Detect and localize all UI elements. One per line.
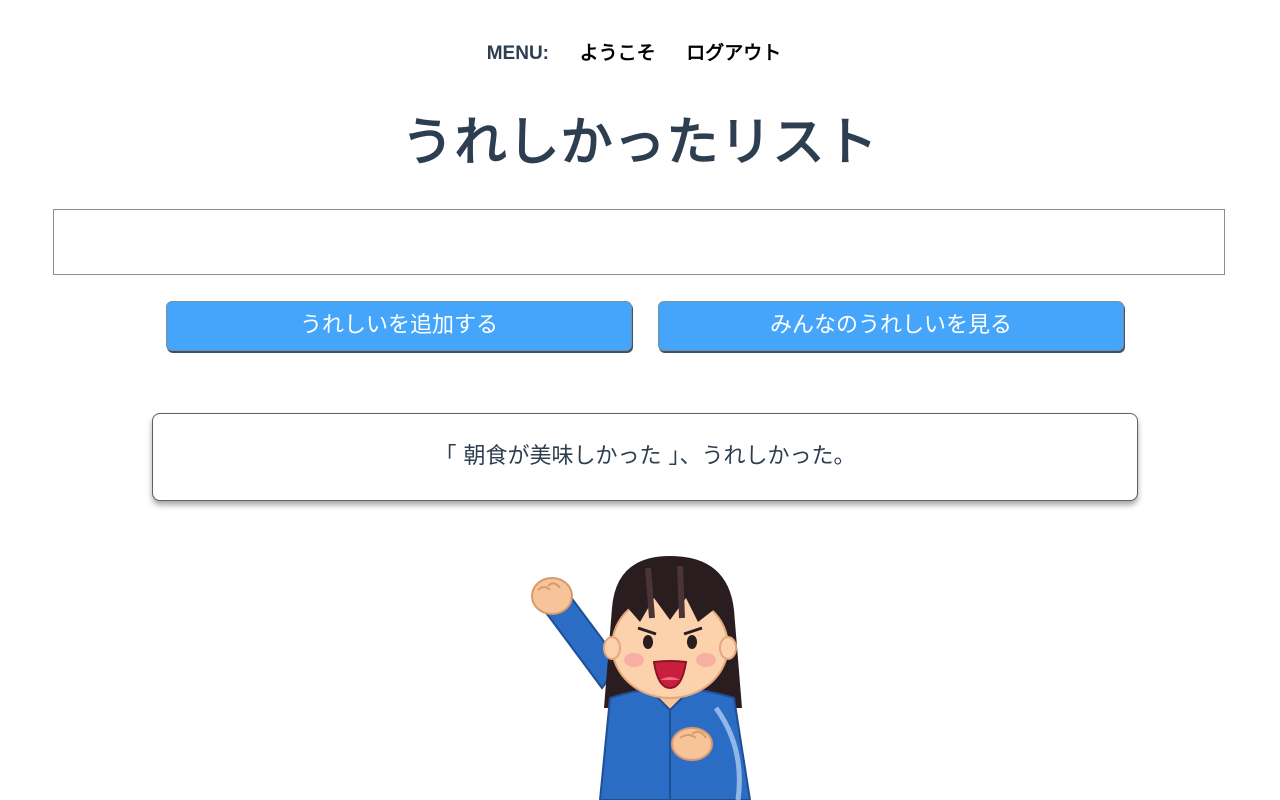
view-all-happy-button[interactable]: みんなのうれしいを見る [658,301,1124,351]
happy-input[interactable] [53,209,1225,275]
page: MENU: ようこそ ログアウト うれしかったリスト うれしいを追加する みんな… [0,0,1280,800]
happy-message-card: 「 朝食が美味しかった 」、うれしかった。 [152,413,1138,501]
happy-message-text: 「 朝食が美味しかった 」、うれしかった。 [434,444,856,469]
logout-link[interactable]: ログアウト [686,42,781,64]
menu-label: MENU: [486,43,549,64]
page-title: うれしかったリスト [401,113,879,173]
hand-icon [671,727,713,761]
top-menu: MENU: ようこそ ログアウト [0,38,1280,65]
welcome-link[interactable]: ようこそ [580,42,656,64]
cheering-girl-illustration [531,556,752,800]
add-happy-button[interactable]: うれしいを追加する [166,301,632,351]
fist-icon [531,577,573,615]
